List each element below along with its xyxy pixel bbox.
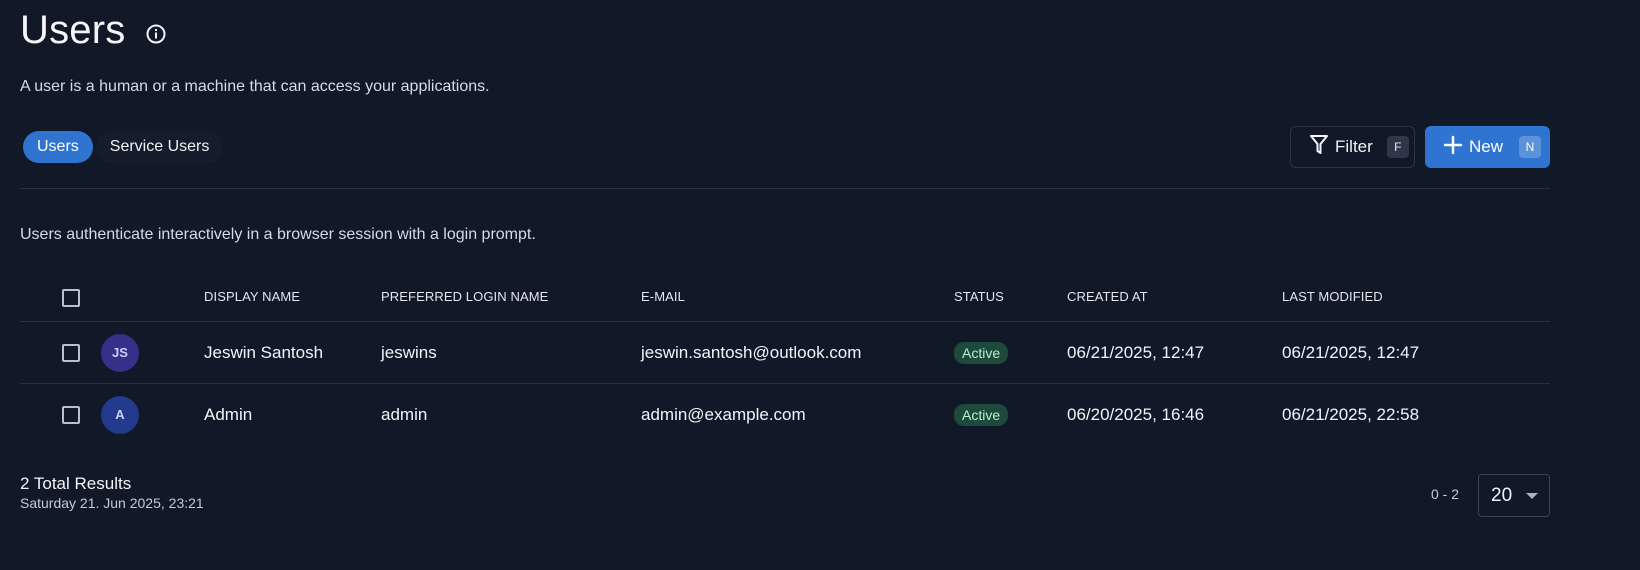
status-cell: Active bbox=[954, 384, 1009, 445]
filter-shortcut-key: F bbox=[1386, 136, 1409, 158]
avatar-cell: JS bbox=[101, 322, 139, 383]
users-page: Users A user is a human or a machine tha… bbox=[0, 0, 1640, 570]
pagination-range: 0 - 2 bbox=[1431, 486, 1460, 502]
column-header-last-modified[interactable]: LAST MODIFIED bbox=[1282, 272, 1383, 321]
page-size-select[interactable]: 20 bbox=[1478, 474, 1550, 517]
new-user-button[interactable]: New N bbox=[1425, 126, 1550, 168]
column-header-email[interactable]: E-MAIL bbox=[641, 272, 685, 321]
created-at: 06/20/2025, 16:46 bbox=[1067, 404, 1205, 424]
divider bbox=[20, 188, 1550, 189]
table-row[interactable]: JS Jeswin Santosh jeswins jeswin.santosh… bbox=[20, 322, 1550, 384]
filter-button[interactable]: Filter F bbox=[1290, 126, 1415, 168]
avatar: A bbox=[101, 395, 139, 434]
status-badge: Active bbox=[954, 403, 1009, 426]
display-name: Admin bbox=[204, 404, 253, 424]
new-label: New bbox=[1469, 137, 1504, 156]
info-icon[interactable] bbox=[145, 23, 167, 45]
total-results: 2 Total Results bbox=[20, 474, 132, 493]
tab-users[interactable]: Users bbox=[23, 131, 93, 163]
display-name: Jeswin Santosh bbox=[204, 342, 324, 362]
page-title: Users bbox=[20, 8, 126, 52]
last-modified: 06/21/2025, 22:58 bbox=[1282, 404, 1420, 424]
results-timestamp: Saturday 21. Jun 2025, 23:21 bbox=[20, 495, 204, 511]
new-shortcut-key: N bbox=[1519, 136, 1542, 158]
avatar: JS bbox=[101, 333, 139, 372]
row-checkbox-cell bbox=[62, 322, 80, 383]
row-checkbox[interactable] bbox=[62, 405, 80, 424]
plus-icon bbox=[1443, 135, 1463, 160]
column-header-display-name[interactable]: DISPLAY NAME bbox=[204, 272, 300, 321]
column-header-login-name[interactable]: PREFERRED LOGIN NAME bbox=[381, 272, 548, 321]
user-type-tabs: Users Service Users bbox=[20, 131, 224, 163]
status-badge: Active bbox=[954, 341, 1009, 364]
title-row: Users bbox=[20, 8, 167, 53]
status-cell: Active bbox=[954, 322, 1009, 383]
email: jeswin.santosh@outlook.com bbox=[641, 342, 862, 362]
tab-service-users[interactable]: Service Users bbox=[95, 131, 224, 163]
login-name: admin bbox=[381, 404, 428, 424]
column-header-created-at[interactable]: CREATED AT bbox=[1067, 272, 1148, 321]
column-header-status[interactable]: STATUS bbox=[954, 272, 1004, 321]
table-row[interactable]: A Admin admin admin@example.com Active 0… bbox=[20, 384, 1550, 445]
chevron-down-icon bbox=[1526, 492, 1539, 499]
filter-icon bbox=[1309, 134, 1329, 161]
users-table: DISPLAY NAME PREFERRED LOGIN NAME E-MAIL… bbox=[20, 272, 1550, 445]
select-all-cell bbox=[62, 272, 80, 321]
created-at: 06/21/2025, 12:47 bbox=[1067, 342, 1205, 362]
page-size-value: 20 bbox=[1491, 484, 1513, 506]
page-subtitle: A user is a human or a machine that can … bbox=[20, 78, 490, 95]
email: admin@example.com bbox=[641, 404, 806, 424]
last-modified: 06/21/2025, 12:47 bbox=[1282, 342, 1420, 362]
avatar-cell: A bbox=[101, 384, 139, 445]
filter-label: Filter bbox=[1335, 137, 1373, 156]
table-header-row: DISPLAY NAME PREFERRED LOGIN NAME E-MAIL… bbox=[20, 272, 1550, 322]
login-name: jeswins bbox=[381, 342, 437, 362]
select-all-checkbox[interactable] bbox=[62, 288, 80, 307]
tab-description: Users authenticate interactively in a br… bbox=[20, 226, 536, 243]
row-checkbox[interactable] bbox=[62, 343, 80, 362]
row-checkbox-cell bbox=[62, 384, 80, 445]
